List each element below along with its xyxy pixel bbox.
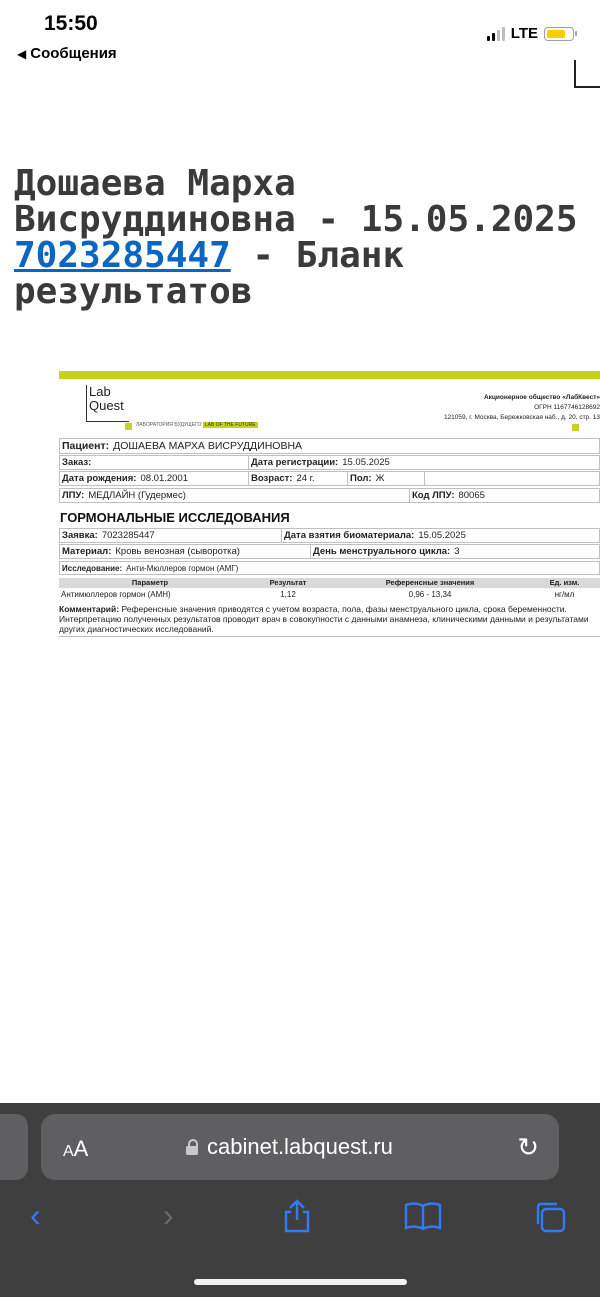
birth-row: Дата рождения: 08.01.2001 Возраст: 24 г. П… [59,471,600,486]
org-info: Акционерное общество «ЛабКвест» ОГРН 116… [444,393,600,423]
study-row: Исследование: Анти-Мюллеров гормон (АМГ) [59,561,600,575]
comment-block: Комментарий: Референсные значения привод… [59,604,600,637]
url-text[interactable]: cabinet.labquest.ru [207,1134,393,1160]
address-bar[interactable]: AA cabinet.labquest.ru ↻ [41,1114,559,1180]
lpu-name: МЕДЛАЙН (Гудермес) [88,490,186,501]
back-icon[interactable]: ‹ [30,1197,41,1234]
reference-range: 0,96 - 13,34 [408,590,452,599]
col-reference: Референсные значения [385,578,475,587]
results-document: Lab Quest ЛАБОРАТОРИЯ БУДУЩЕГО LAB OF TH… [59,371,600,646]
status-time: 15:50 [44,12,98,35]
share-icon[interactable] [282,1199,312,1241]
order-row: Заказ: Дата регистрации: 15.05.2025 [59,455,600,470]
text-size-button[interactable]: AA [63,1136,88,1162]
results-table-header: Параметр Результат Референсные значения … [59,578,600,588]
menu-icon[interactable] [574,60,600,88]
org-mark [572,424,579,431]
col-parameter: Параметр [131,578,169,587]
result-value: 1,12 [280,590,296,599]
signal-icon [486,26,505,41]
page-title-line2: Висруддиновна - 15.05.2025 [14,199,578,240]
brand-stripe [59,371,600,379]
previous-tab-preview[interactable] [0,1114,28,1180]
org-address: 121059, г. Москва, Бережковская наб., д.… [443,414,600,421]
lpu-row: ЛПУ: МЕДЛАЙН (Гудермес) Код ЛПУ: 80065 [59,488,600,503]
request-number: 7023285447 [101,530,155,541]
page-title-line1: Дошаева Марха [14,163,296,204]
status-indicators: LTE [486,25,577,42]
org-ogrn: ОГРН 1167746128692 [534,404,600,411]
patient-row: Пациент: ДОШАЕВА МАРХА ВИСРУДДИНОВНА [59,438,600,454]
unit: нг/мл [554,590,575,599]
page-title: Дошаева Марха Висруддиновна - 15.05.2025… [14,166,600,310]
section-title: ГОРМОНАЛЬНЫЕ ИССЛЕДОВАНИЯ [60,510,290,525]
table-row: Антимюллеров гормон (АМН) 1,12 0,96 - 13… [59,590,600,602]
page-title-line3: - Бланк [230,235,405,276]
home-indicator[interactable] [194,1279,407,1285]
sample-date: 15.05.2025 [418,530,466,541]
reload-icon[interactable]: ↻ [517,1132,539,1163]
param-name: Антимюллеров гормон (АМН) [61,590,171,599]
material-row: Материал: Кровь венозная (сыворотка) День… [59,544,600,559]
network-type: LTE [510,25,538,42]
lpu-code: 80065 [458,490,485,501]
tabs-icon[interactable] [533,1200,567,1242]
sex: Ж [375,473,385,484]
logo-tagline: ЛАБОРАТОРИЯ БУДУЩЕГО LAB OF THE FUTURE [136,422,258,428]
labquest-logo: Lab Quest [86,385,129,422]
logo-mark [125,423,132,430]
age: 24 г. [296,473,315,484]
order-number-link[interactable]: 7023285447 [14,235,231,276]
study-name: Анти-Мюллеров гормон (АМГ) [126,563,239,573]
cycle-day: 3 [454,546,460,557]
battery-icon [544,26,577,41]
lock-icon [186,1139,198,1155]
request-row: Заявка: 7023285447 Дата взятия биоматериа… [59,528,600,543]
comment-label: Комментарий: [59,604,120,614]
comment-text: Референсные значения приводятся с учетом… [59,604,589,634]
org-name: Акционерное общество «ЛабКвест» [483,394,600,401]
forward-icon[interactable]: › [163,1197,174,1234]
bookmarks-icon[interactable] [404,1201,442,1239]
reg-date: 15.05.2025 [342,457,390,468]
col-unit: Ед. изм. [549,578,580,587]
col-result: Результат [269,578,307,587]
birth-date: 08.01.2001 [140,473,188,484]
back-arrow-icon: ◀ [17,47,27,61]
back-link-label: Сообщения [30,45,117,62]
page-title-line4: результатов [14,271,253,312]
material: Кровь венозная (сыворотка) [115,546,240,557]
patient-name: ДОШАЕВА МАРХА ВИСРУДДИНОВНА [113,440,303,452]
back-to-messages-link[interactable]: ◀ Сообщения [17,45,117,62]
